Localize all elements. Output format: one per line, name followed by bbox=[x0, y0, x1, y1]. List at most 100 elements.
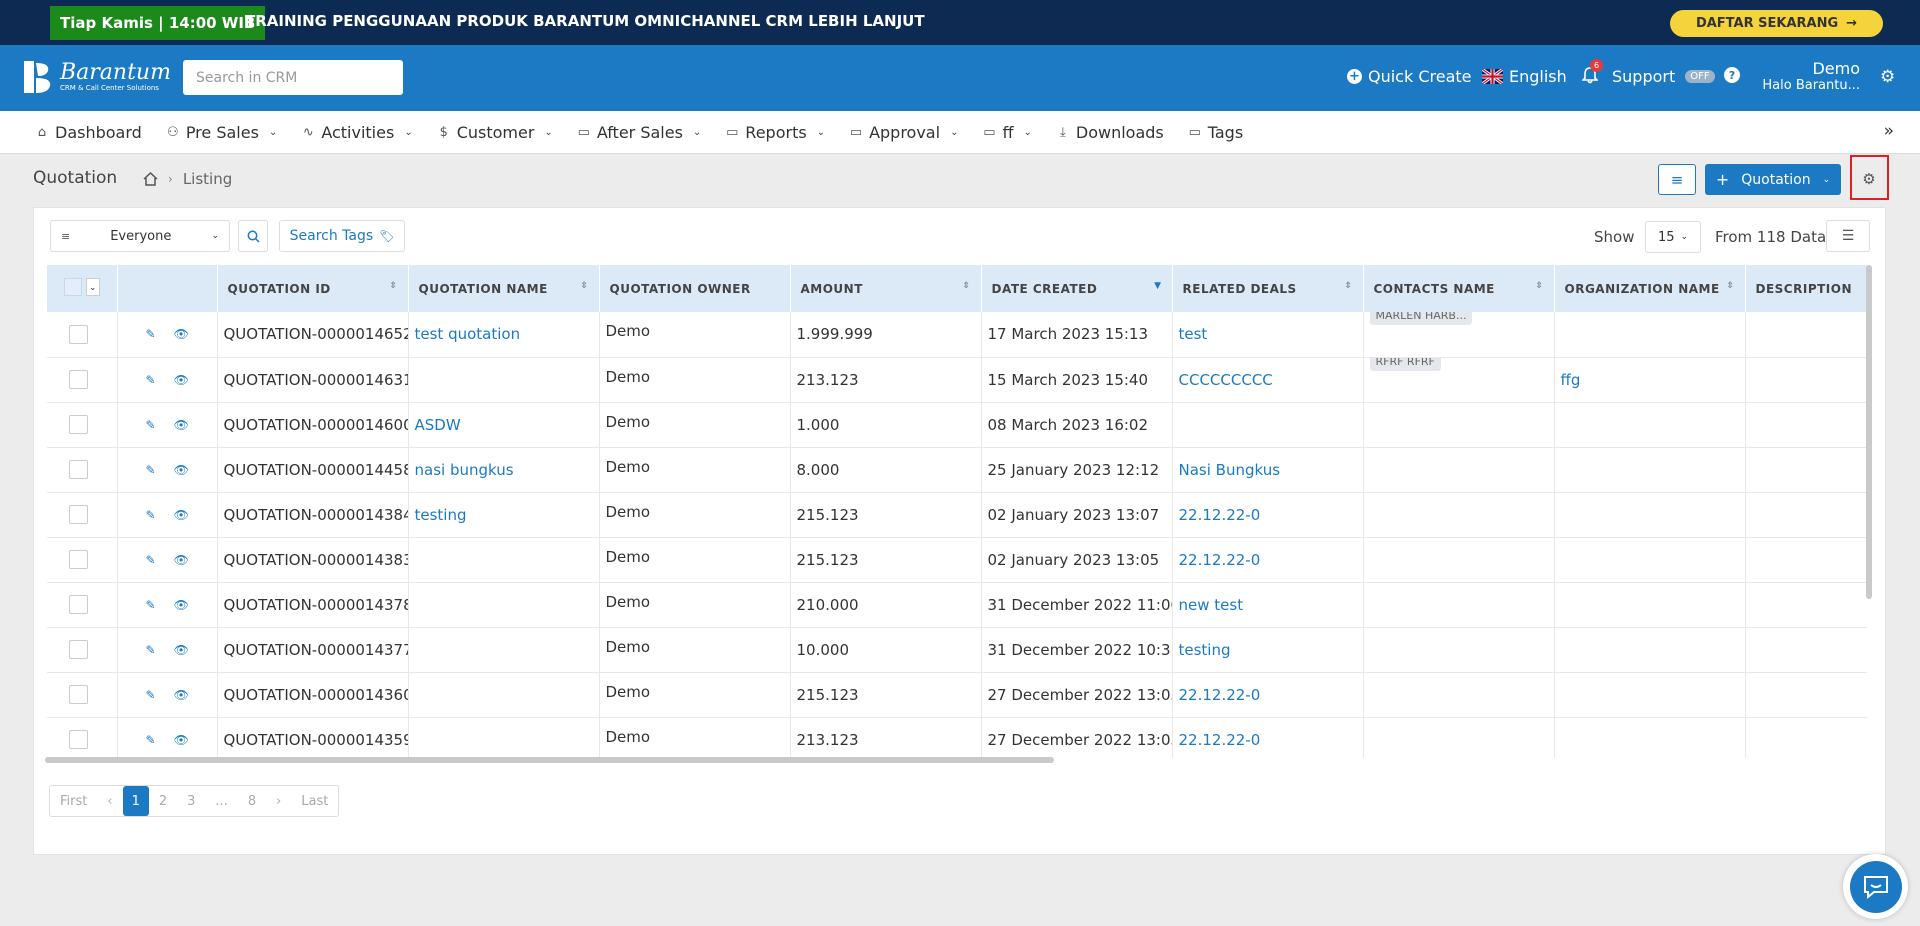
list-view-button[interactable]: ≡ bbox=[1658, 164, 1696, 195]
quotation-name-cell[interactable]: testing bbox=[408, 492, 600, 538]
related-deal-cell[interactable]: 22.12.22-0 bbox=[1172, 717, 1364, 758]
sort-icon[interactable]: ⇳ bbox=[389, 281, 397, 291]
quotation-name-cell[interactable] bbox=[408, 672, 600, 718]
column-header-date-created[interactable]: DATE CREATED ▼ bbox=[981, 265, 1173, 312]
pagination-prev-button[interactable]: ‹ bbox=[97, 786, 122, 816]
eye-icon[interactable]: 👁 bbox=[174, 598, 189, 612]
sort-icon[interactable]: ⇳ bbox=[1726, 281, 1734, 291]
column-header-amount[interactable]: AMOUNT ⇳ bbox=[790, 265, 982, 312]
related-deal-cell[interactable]: CCCCCCCCC bbox=[1172, 357, 1364, 403]
table-row[interactable]: ✎ 👁 QUOTATION-0000014631 Demo 213.123 15 Marc… bbox=[47, 357, 1867, 403]
table-row[interactable]: ✎ 👁 QUOTATION-0000014458 nasi bungkus Demo 8.… bbox=[47, 447, 1867, 493]
quick-create-button[interactable]: + Quick Create bbox=[1347, 67, 1472, 86]
table-row[interactable]: ✎ 👁 QUOTATION-0000014600 ASDW Demo 1.000 08 Ma… bbox=[47, 402, 1867, 448]
quotation-name-cell[interactable] bbox=[408, 717, 600, 758]
select-all-checkbox[interactable] bbox=[64, 278, 82, 296]
chat-widget-button[interactable] bbox=[1843, 854, 1908, 919]
pagination-page-button[interactable]: 2 bbox=[149, 786, 177, 816]
quotation-name-cell[interactable]: ASDW bbox=[408, 402, 600, 448]
eye-icon[interactable]: 👁 bbox=[174, 643, 189, 657]
column-header-quotation-owner[interactable]: QUOTATION OWNER bbox=[599, 265, 791, 312]
pagination-page-button[interactable]: 3 bbox=[177, 786, 205, 816]
pencil-icon[interactable]: ✎ bbox=[146, 643, 156, 657]
sort-icon[interactable]: ⇳ bbox=[1344, 281, 1352, 291]
table-row[interactable]: ✎ 👁 QUOTATION-0000014360 Demo 215.123 27 Dece… bbox=[47, 672, 1867, 718]
user-menu[interactable]: Demo Halo Barantu... bbox=[1762, 59, 1860, 93]
list-settings-button[interactable]: ⚙ bbox=[1852, 163, 1886, 195]
support-toggle[interactable]: Support OFF bbox=[1612, 67, 1715, 86]
eye-icon[interactable]: 👁 bbox=[174, 553, 189, 567]
nav-item-ff[interactable]: ▭ ff ⌄ bbox=[982, 123, 1032, 142]
filter-search-button[interactable] bbox=[238, 220, 268, 252]
organization-name-cell[interactable] bbox=[1554, 672, 1746, 718]
column-header-description[interactable]: DESCRIPTION bbox=[1745, 265, 1867, 312]
help-button[interactable]: ? bbox=[1724, 67, 1740, 83]
row-checkbox[interactable] bbox=[69, 640, 88, 659]
pencil-icon[interactable]: ✎ bbox=[146, 463, 156, 477]
add-quotation-button[interactable]: + Quotation ⌄ bbox=[1705, 164, 1841, 195]
search-tags-button[interactable]: Search Tags 🏷 bbox=[279, 220, 405, 252]
pagination-next-button[interactable]: › bbox=[266, 786, 291, 816]
eye-icon[interactable]: 👁 bbox=[174, 733, 189, 747]
eye-icon[interactable]: 👁 bbox=[174, 418, 189, 432]
nav-item-reports[interactable]: ▭ Reports ⌄ bbox=[725, 123, 825, 142]
organization-name-cell[interactable] bbox=[1554, 447, 1746, 493]
related-deal-cell[interactable]: new test bbox=[1172, 582, 1364, 628]
eye-icon[interactable]: 👁 bbox=[174, 688, 189, 702]
table-row[interactable]: ✎ 👁 QUOTATION-0000014383 Demo 215.123 02 Janu… bbox=[47, 537, 1867, 583]
contact-tag[interactable]: MARLEN HARB... bbox=[1369, 312, 1473, 325]
pencil-icon[interactable]: ✎ bbox=[146, 688, 156, 702]
pencil-icon[interactable]: ✎ bbox=[146, 508, 156, 522]
row-checkbox[interactable] bbox=[69, 505, 88, 524]
quotation-name-cell[interactable] bbox=[408, 357, 600, 403]
nav-item-tags[interactable]: ▭ Tags bbox=[1188, 123, 1244, 142]
page-size-select[interactable]: 15 ⌄ bbox=[1645, 221, 1701, 253]
contact-tag[interactable]: RFRF RFRF bbox=[1369, 357, 1441, 371]
organization-name-cell[interactable]: ffg bbox=[1554, 357, 1746, 403]
pagination-last-button[interactable]: Last bbox=[291, 786, 338, 816]
quotation-name-cell[interactable] bbox=[408, 582, 600, 628]
quotation-name-cell[interactable] bbox=[408, 537, 600, 583]
eye-icon[interactable]: 👁 bbox=[174, 327, 189, 341]
related-deal-cell[interactable]: 22.12.22-0 bbox=[1172, 672, 1364, 718]
organization-name-cell[interactable] bbox=[1554, 537, 1746, 583]
row-checkbox[interactable] bbox=[69, 324, 88, 344]
column-header-contacts-name[interactable]: CONTACTS NAME ⇳ bbox=[1363, 265, 1555, 312]
row-checkbox[interactable] bbox=[69, 685, 88, 704]
row-checkbox[interactable] bbox=[69, 370, 88, 389]
pencil-icon[interactable]: ✎ bbox=[146, 598, 156, 612]
pencil-icon[interactable]: ✎ bbox=[146, 373, 156, 387]
organization-name-cell[interactable] bbox=[1554, 582, 1746, 628]
nav-item-after-sales[interactable]: ▭ After Sales ⌄ bbox=[577, 123, 702, 142]
related-deal-cell[interactable]: Nasi Bungkus bbox=[1172, 447, 1364, 493]
row-checkbox[interactable] bbox=[69, 460, 88, 479]
nav-item-approval[interactable]: ▭ Approval ⌄ bbox=[849, 123, 959, 142]
pencil-icon[interactable]: ✎ bbox=[146, 418, 156, 432]
row-checkbox[interactable] bbox=[69, 415, 88, 434]
row-checkbox[interactable] bbox=[69, 550, 88, 569]
pencil-icon[interactable]: ✎ bbox=[146, 553, 156, 567]
quotation-name-cell[interactable]: nasi bungkus bbox=[408, 447, 600, 493]
organization-name-cell[interactable] bbox=[1554, 492, 1746, 538]
support-off-toggle[interactable]: OFF bbox=[1685, 70, 1715, 83]
column-header-quotation-id[interactable]: QUOTATION ID ⇳ bbox=[217, 265, 409, 312]
pagination-first-button[interactable]: First bbox=[50, 786, 97, 816]
quotation-name-cell[interactable] bbox=[408, 627, 600, 673]
select-all-header[interactable]: ⌄ bbox=[47, 265, 118, 312]
settings-button[interactable]: ⚙ bbox=[1880, 67, 1895, 87]
organization-name-cell[interactable] bbox=[1554, 717, 1746, 758]
owner-filter-select[interactable]: ≡ Everyone ⌄ bbox=[50, 220, 230, 252]
nav-item-customer[interactable]: $ Customer ⌄ bbox=[437, 123, 553, 142]
home-icon[interactable] bbox=[143, 172, 158, 186]
nav-item-dashboard[interactable]: ⌂ Dashboard bbox=[35, 123, 142, 142]
quotation-table-container[interactable]: ⌄ QUOTATION ID ⇳ QUOTATION NAME ⇳ QUOTATION … bbox=[47, 265, 1867, 758]
nav-item-downloads[interactable]: ⤓ Downloads bbox=[1056, 123, 1164, 142]
vertical-scrollbar[interactable] bbox=[1866, 265, 1872, 599]
sort-desc-icon[interactable]: ▼ bbox=[1154, 281, 1161, 291]
chevron-down-icon[interactable]: ⌄ bbox=[86, 278, 100, 296]
sort-icon[interactable]: ⇳ bbox=[1535, 281, 1543, 291]
horizontal-scrollbar[interactable] bbox=[45, 757, 1054, 763]
nav-item-activities[interactable]: ∿ Activities ⌄ bbox=[301, 123, 413, 142]
row-checkbox[interactable] bbox=[69, 730, 88, 749]
pagination-page-button[interactable]: ... bbox=[205, 786, 237, 816]
